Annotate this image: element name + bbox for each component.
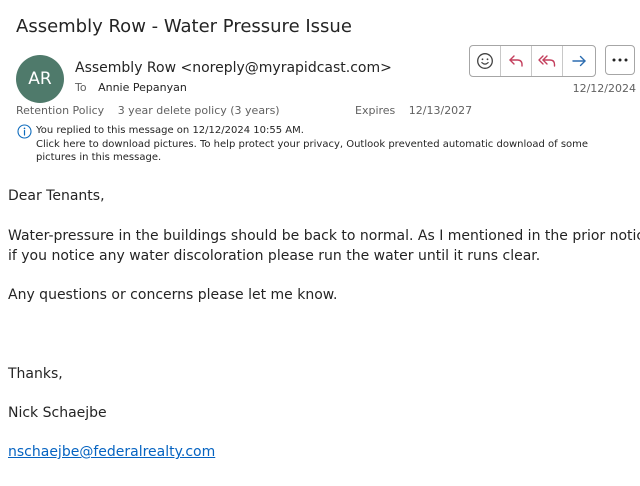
forward-button[interactable] <box>563 46 595 76</box>
reply-all-button[interactable] <box>532 46 563 76</box>
sender[interactable]: Assembly Row <noreply@myrapidcast.com> <box>75 60 392 76</box>
retention-value: 3 year delete policy (3 years) <box>117 104 280 117</box>
more-icon <box>612 58 628 62</box>
reply-all-icon <box>538 55 556 67</box>
info-icon <box>17 124 32 139</box>
greeting: Dear Tenants, <box>8 188 105 204</box>
to-label: To <box>75 81 87 94</box>
body-paragraph-1-line-1: Water-pressure in the buildings should b… <box>8 228 640 244</box>
recipient-row: To Annie Pepanyan <box>75 81 187 94</box>
avatar[interactable]: AR <box>16 55 64 103</box>
received-date: 12/12/2024 <box>572 82 636 95</box>
expires-label: Expires <box>355 104 396 117</box>
expires-value: 12/13/2027 <box>408 104 473 117</box>
reply-icon <box>509 55 523 67</box>
retention-policy: Retention Policy 3 year delete policy (3… <box>16 104 280 117</box>
react-button[interactable] <box>470 46 501 76</box>
forward-icon <box>572 55 586 67</box>
expiry: Expires 12/13/2027 <box>355 104 472 117</box>
closing: Thanks, <box>8 366 63 382</box>
emoji-icon <box>477 53 493 69</box>
download-pictures-notice-cont[interactable]: pictures in this message. <box>36 151 588 165</box>
body-paragraph-1-line-2: if you notice any water discoloration pl… <box>8 248 541 264</box>
info-bar[interactable]: You replied to this message on 12/12/202… <box>36 124 588 165</box>
signature-name: Nick Schaejbe <box>8 405 107 421</box>
more-actions-button[interactable] <box>605 45 635 75</box>
reply-button[interactable] <box>501 46 532 76</box>
email-subject: Assembly Row - Water Pressure Issue <box>16 16 352 37</box>
recipient-name[interactable]: Annie Pepanyan <box>98 81 187 94</box>
download-pictures-notice[interactable]: Click here to download pictures. To help… <box>36 138 588 152</box>
signature-email-link[interactable]: nschaejbe@federalrealty.com <box>8 442 215 462</box>
retention-label: Retention Policy <box>16 104 105 117</box>
reply-notice: You replied to this message on 12/12/202… <box>36 125 304 136</box>
body-paragraph-2: Any questions or concerns please let me … <box>8 287 338 303</box>
action-toolbar <box>469 45 596 77</box>
